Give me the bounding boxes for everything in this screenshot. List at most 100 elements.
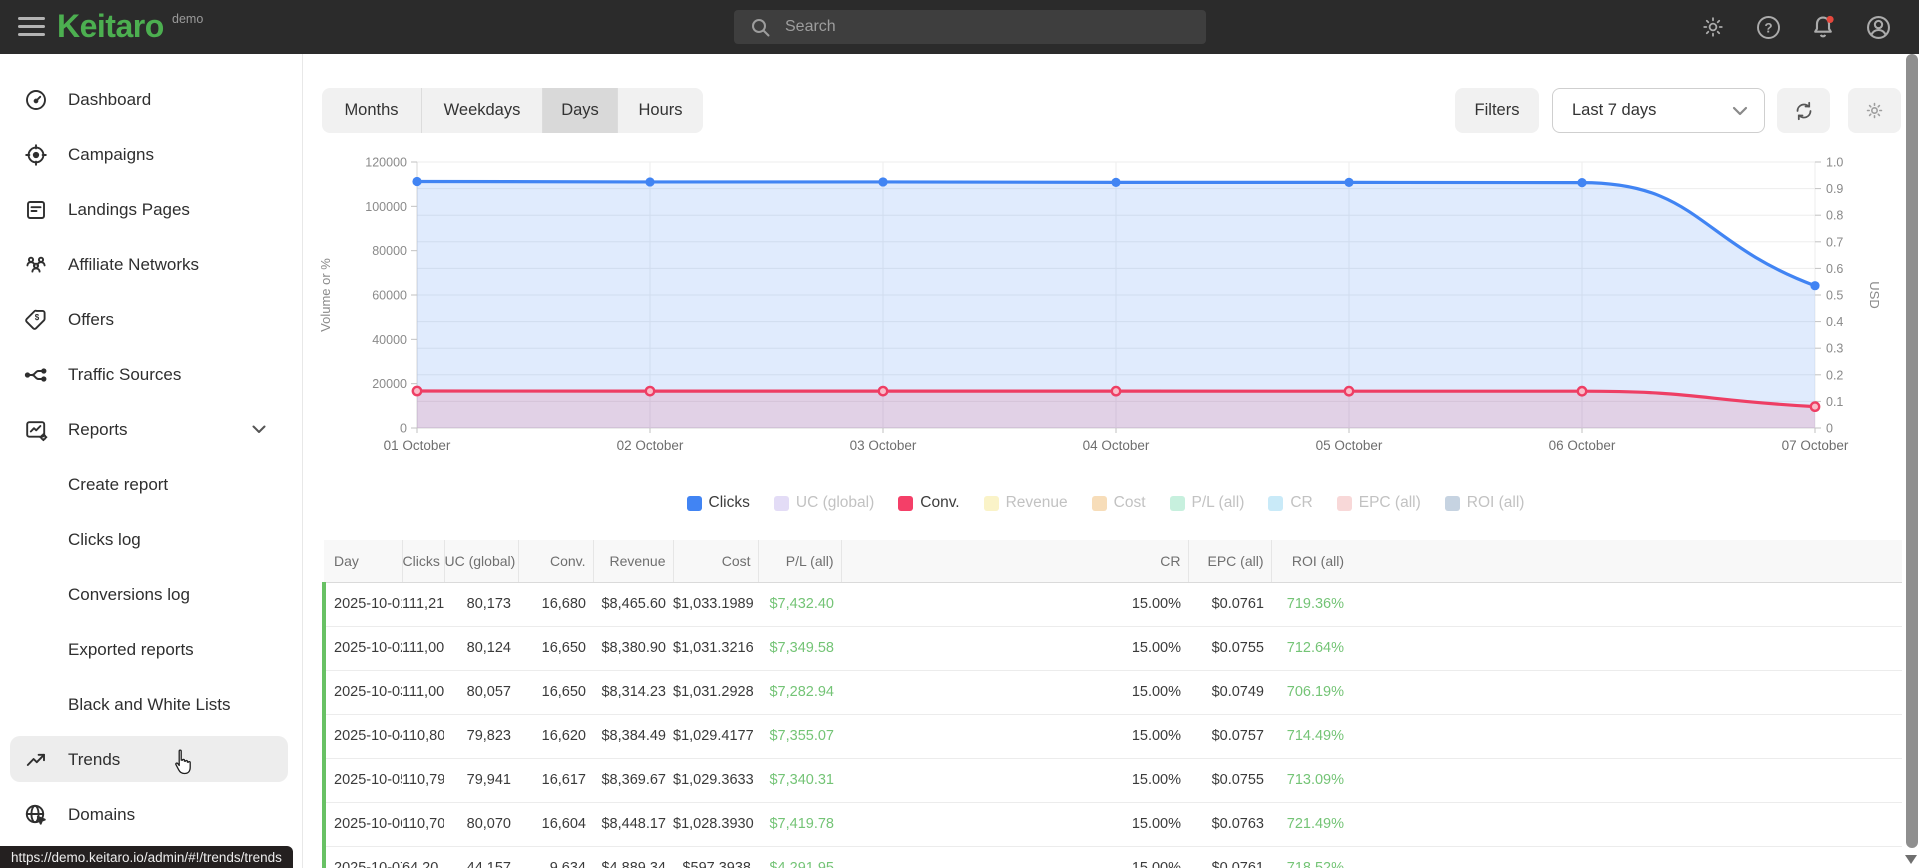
sidebar-item-landings-pages[interactable]: Landings Pages: [0, 182, 302, 237]
legend-swatch: [773, 495, 789, 511]
table-row[interactable]: 2025-10-01 111,21 80,173 16,680 $8,465.60 $1,…: [322, 582, 1902, 627]
cell-day: 2025-10-04: [322, 714, 402, 759]
legend-item-cr[interactable]: CR: [1268, 494, 1313, 512]
table-row[interactable]: 2025-10-07 64,20 44,157 9,634 $4,889.34 $597.…: [322, 846, 1902, 868]
column-header-roi-all-[interactable]: ROI (all): [1271, 540, 1351, 583]
table-row[interactable]: 2025-10-06 110,70 80,070 16,604 $8,448.17 $1,…: [322, 802, 1902, 847]
sidebar-item-create-report[interactable]: Create report: [0, 457, 302, 512]
help-icon[interactable]: ?: [1755, 14, 1781, 40]
table-row[interactable]: 2025-10-03 111,00 80,057 16,650 $8,314.23 $1,…: [322, 670, 1902, 715]
cell-roi-all-: 714.49%: [1271, 714, 1351, 759]
y-left-tick-label: 120000: [365, 156, 407, 170]
y-left-tick-label: 40000: [372, 333, 407, 347]
sidebar-item-traffic-sources[interactable]: Traffic Sources: [0, 347, 302, 402]
cell-cr: 15.00%: [841, 846, 1188, 868]
data-point[interactable]: [1809, 401, 1821, 413]
cell-uc-global-: 80,057: [444, 670, 518, 715]
sidebar-item-label: Clicks log: [68, 529, 141, 549]
cell-revenue: $8,314.23: [593, 670, 673, 715]
legend-item-cost[interactable]: Cost: [1091, 494, 1146, 512]
cell-filler: [1351, 626, 1902, 671]
legend-item-conv-[interactable]: Conv.: [898, 494, 960, 512]
cell-conv-: 16,617: [518, 758, 593, 803]
column-header-clicks[interactable]: Clicks: [402, 540, 445, 583]
data-point[interactable]: [1344, 177, 1354, 188]
keitaro-logo[interactable]: Keitaro: [57, 8, 164, 45]
legend-item-uc-global-[interactable]: UC (global): [773, 494, 874, 512]
sidebar-item-offers[interactable]: $ Offers: [0, 292, 302, 347]
table-row[interactable]: 2025-10-04 110,80 79,823 16,620 $8,384.49 $1,…: [322, 714, 1902, 759]
column-header-conv-[interactable]: Conv.: [518, 540, 594, 583]
data-point[interactable]: [1110, 385, 1122, 397]
sidebar-item-campaigns[interactable]: Campaigns: [0, 127, 302, 182]
column-header-epc-all-[interactable]: EPC (all): [1188, 540, 1272, 583]
legend-item-clicks[interactable]: Clicks: [686, 494, 750, 512]
data-point[interactable]: [1343, 385, 1355, 397]
legend-label: Cost: [1113, 494, 1146, 511]
trends-icon: [24, 748, 48, 772]
cell-epc-all-: $0.0755: [1188, 626, 1271, 671]
y-left-tick-label: 0: [400, 422, 407, 436]
legend-label: Conv.: [920, 494, 960, 511]
account-avatar-icon[interactable]: [1865, 14, 1891, 40]
cell-epc-all-: $0.0757: [1188, 714, 1271, 759]
data-point[interactable]: [1577, 178, 1587, 188]
cell-roi-all-: 713.09%: [1271, 758, 1351, 803]
cell-filler: [1351, 670, 1902, 715]
x-tick-label: 05 October: [1316, 438, 1383, 453]
gear-icon: [1866, 102, 1883, 119]
cell-filler: [1351, 758, 1902, 803]
cell-clicks: 111,00: [402, 670, 444, 715]
legend-item-revenue[interactable]: Revenue: [983, 494, 1068, 512]
y-right-axis-title: USD: [1867, 281, 1882, 308]
sidebar-item-trends[interactable]: Trends: [0, 732, 302, 787]
dashboard-gauge-icon: [24, 88, 48, 112]
data-point[interactable]: [1111, 177, 1121, 187]
scrollbar-down-arrow[interactable]: [1905, 855, 1917, 864]
cell-p-l-all-: $7,419.78: [758, 802, 841, 847]
column-header-uc-global-[interactable]: UC (global): [444, 540, 519, 583]
data-point[interactable]: [411, 385, 423, 397]
cell-roi-all-: 706.19%: [1271, 670, 1351, 715]
data-point[interactable]: [645, 177, 655, 187]
sidebar-item-domains[interactable]: Domains: [0, 787, 302, 842]
sidebar-item-label: Exported reports: [68, 639, 194, 659]
cell-clicks: 110,79: [402, 758, 444, 803]
sidebar-item-black-and-white-lists[interactable]: Black and White Lists: [0, 677, 302, 732]
menu-hamburger-icon[interactable]: [18, 17, 45, 37]
global-search-input[interactable]: Search: [734, 10, 1206, 44]
sidebar-item-clicks-log[interactable]: Clicks log: [0, 512, 302, 567]
cell-clicks: 64,20: [402, 846, 444, 868]
campaigns-target-icon: [24, 143, 48, 167]
data-point[interactable]: [877, 385, 889, 397]
notifications-bell-icon[interactable]: [1810, 14, 1836, 40]
column-header-cr[interactable]: CR: [841, 540, 1189, 583]
vertical-scrollbar[interactable]: [1906, 54, 1918, 848]
legend-item-epc-all-[interactable]: EPC (all): [1336, 494, 1421, 512]
data-point[interactable]: [878, 177, 888, 187]
column-header-p-l-all-[interactable]: P/L (all): [758, 540, 842, 583]
data-point[interactable]: [412, 176, 422, 187]
table-row[interactable]: 2025-10-05 110,79 79,941 16,617 $8,369.67 $1,…: [322, 758, 1902, 803]
settings-gear-icon[interactable]: [1700, 14, 1726, 40]
legend-item-p-l-all-[interactable]: P/L (all): [1169, 494, 1244, 512]
sidebar-item-reports[interactable]: Reports: [0, 402, 302, 457]
column-header-cost[interactable]: Cost: [673, 540, 759, 583]
sidebar-item-affiliate-networks[interactable]: Affiliate Networks: [0, 237, 302, 292]
sidebar-item-conversions-log[interactable]: Conversions log: [0, 567, 302, 622]
data-point[interactable]: [644, 385, 656, 397]
data-point[interactable]: [1576, 385, 1588, 397]
cell-p-l-all-: $4,291.95: [758, 846, 841, 868]
top-bar: Keitaro demo Search ?: [0, 0, 1919, 54]
sidebar-item-dashboard[interactable]: Dashboard: [0, 72, 302, 127]
cell-p-l-all-: $7,349.58: [758, 626, 841, 671]
column-header-revenue[interactable]: Revenue: [593, 540, 674, 583]
cell-clicks: 110,70: [402, 802, 444, 847]
data-point[interactable]: [1810, 281, 1820, 291]
cell-conv-: 16,604: [518, 802, 593, 847]
table-row[interactable]: 2025-10-02 111,00 80,124 16,650 $8,380.90 $1,…: [322, 626, 1902, 671]
cell-day: 2025-10-02: [322, 626, 402, 671]
sidebar-item-exported-reports[interactable]: Exported reports: [0, 622, 302, 677]
column-header-day[interactable]: Day: [324, 540, 403, 583]
legend-item-roi-all-[interactable]: ROI (all): [1444, 494, 1524, 512]
